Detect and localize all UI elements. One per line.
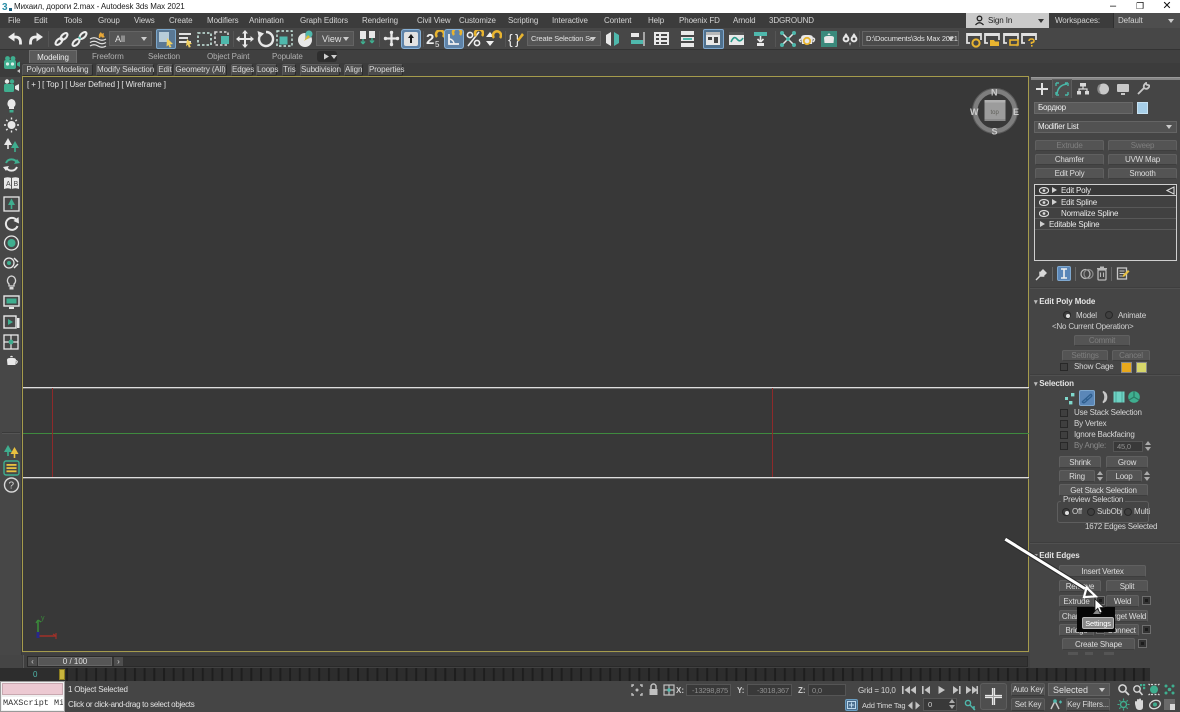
- svg-text:S: S: [992, 127, 998, 137]
- svg-text:5: 5: [435, 40, 440, 48]
- svg-text:B: B: [14, 181, 19, 188]
- svg-text:N: N: [991, 88, 998, 98]
- svg-text:3: 3: [2, 2, 8, 12]
- svg-text:top: top: [991, 110, 1000, 116]
- svg-text:+: +: [1015, 42, 1019, 48]
- svg-text:?: ?: [9, 481, 15, 492]
- svg-text:W: W: [970, 107, 979, 117]
- svg-text:{: {: [508, 31, 513, 47]
- svg-text:2: 2: [426, 31, 434, 48]
- svg-text:E: E: [1013, 107, 1019, 117]
- svg-text:y: y: [41, 615, 45, 622]
- svg-text:A: A: [6, 181, 11, 188]
